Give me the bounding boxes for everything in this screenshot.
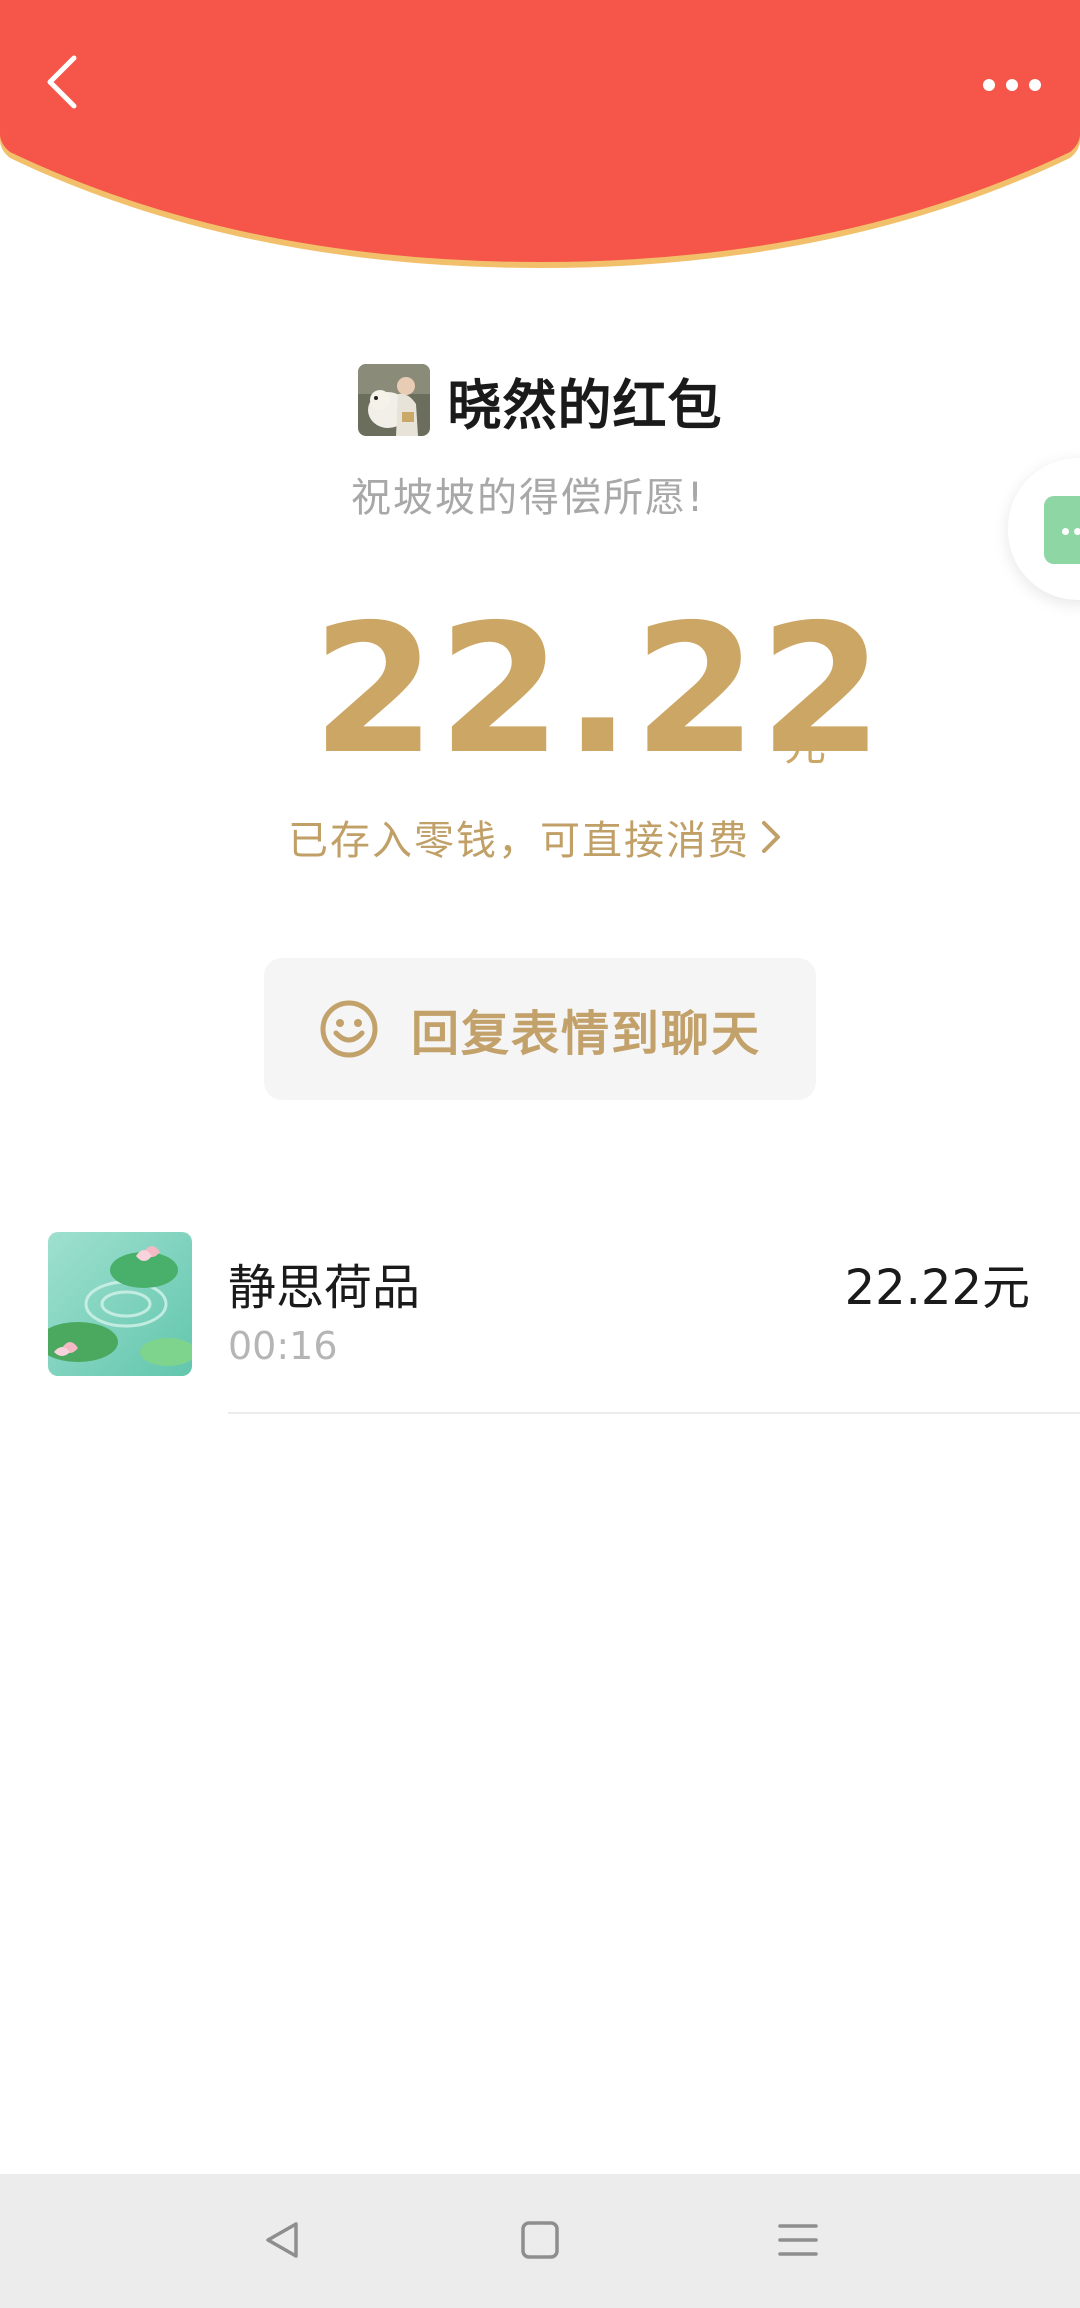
sender-avatar[interactable] bbox=[357, 364, 430, 436]
wallet-balance-link[interactable]: 已存入零钱，可直接消费 bbox=[0, 808, 1080, 866]
blessing-message: 祝坡坡的得偿所愿! bbox=[350, 475, 706, 521]
more-dots-icon bbox=[982, 77, 1042, 96]
sender-title: 晓然的红包 bbox=[447, 373, 723, 437]
more-options-button[interactable] bbox=[964, 56, 1060, 116]
receiver-list-item[interactable]: 静思荷品 00:16 22.22元 bbox=[0, 1232, 1080, 1414]
list-divider bbox=[228, 1412, 1080, 1414]
back-button[interactable] bbox=[26, 48, 98, 120]
receiver-avatar[interactable] bbox=[48, 1232, 192, 1376]
receiver-name: 静思荷品 bbox=[228, 1260, 421, 1316]
square-home-icon bbox=[518, 2218, 562, 2266]
wallet-link-text: 已存入零钱，可直接消费 bbox=[288, 818, 750, 864]
reply-sticker-label: 回复表情到聊天 bbox=[410, 1006, 761, 1062]
system-back-button[interactable] bbox=[244, 2204, 320, 2280]
menu-lines-icon bbox=[776, 2218, 820, 2266]
chevron-right-icon bbox=[756, 817, 784, 857]
triangle-back-icon bbox=[260, 2218, 304, 2266]
amount-display: 22.22 元 bbox=[0, 600, 1080, 780]
chat-bubble-icon bbox=[1044, 496, 1080, 564]
sender-row: 晓然的红包 bbox=[0, 362, 1080, 438]
red-packet-detail-page: 晓然的红包 祝坡坡的得偿所愿! 22.22 元 已存入零钱，可直接消费 回复表情… bbox=[0, 0, 1080, 2308]
reply-sticker-button[interactable]: 回复表情到聊天 bbox=[264, 958, 816, 1100]
chevron-left-icon bbox=[42, 52, 82, 116]
system-navigation-bar bbox=[0, 2174, 1080, 2308]
receiver-amount: 22.22元 bbox=[844, 1260, 1030, 1316]
receiver-time: 00:16 bbox=[228, 1324, 338, 1368]
system-home-button[interactable] bbox=[502, 2204, 578, 2280]
amount-unit: 元 bbox=[784, 721, 827, 770]
red-header-banner bbox=[0, 0, 1080, 270]
smiley-icon bbox=[319, 999, 379, 1059]
system-menu-button[interactable] bbox=[760, 2204, 836, 2280]
